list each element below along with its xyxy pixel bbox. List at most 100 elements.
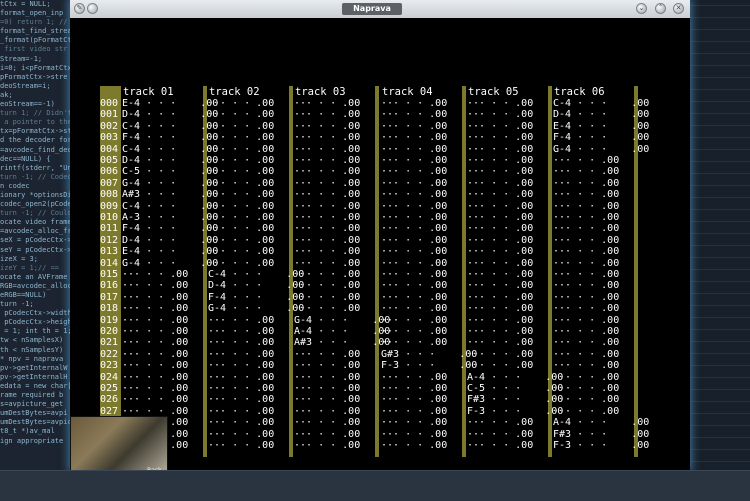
pattern-cell[interactable]: ··· · · .00 xyxy=(294,360,360,371)
pattern-cell[interactable]: ··· · · .00 xyxy=(467,417,533,428)
pattern-cell[interactable]: ··· · · .00 xyxy=(122,303,188,314)
pattern-cell[interactable]: ··· · · .00 xyxy=(294,201,360,212)
pattern-cell[interactable]: ··· · · .00 xyxy=(467,269,533,280)
pattern-cell[interactable]: ··· · · .00 xyxy=(381,121,447,132)
pattern-cell[interactable]: G-4 · · · .00 xyxy=(294,315,390,326)
pattern-cell[interactable]: F#3 · · · .00 xyxy=(467,394,563,405)
pattern-cell[interactable]: ··· · · .00 xyxy=(208,223,274,234)
pattern-cell[interactable]: ··· · · .00 xyxy=(294,98,360,109)
pattern-cell[interactable]: ··· · · .00 xyxy=(467,121,533,132)
pattern-cell[interactable]: ··· · · .00 xyxy=(467,223,533,234)
pattern-cell[interactable]: ··· · · .00 xyxy=(381,212,447,223)
minimize-icon[interactable]: ⌄ xyxy=(636,3,647,14)
pattern-cell[interactable]: F-3 · · · .00 xyxy=(381,360,477,371)
pattern-cell[interactable]: ··· · · .00 xyxy=(208,155,274,166)
pattern-cell[interactable]: ··· · · .00 xyxy=(122,349,188,360)
pattern-cell[interactable]: ··· · · .00 xyxy=(381,223,447,234)
pattern-cell[interactable]: C-5 · · · .00 xyxy=(122,166,218,177)
pattern-cell[interactable]: G#3 · · · .00 xyxy=(381,349,477,360)
pattern-cell[interactable]: ··· · · .00 xyxy=(381,429,447,440)
pattern-cell[interactable]: ··· · · .00 xyxy=(208,132,274,143)
pattern-cell[interactable]: ··· · · .00 xyxy=(381,337,447,348)
pattern-cell[interactable]: ··· · · .00 xyxy=(208,406,274,417)
pattern-cell[interactable]: ··· · · .00 xyxy=(294,235,360,246)
pattern-cell[interactable]: ··· · · .00 xyxy=(381,440,447,451)
pattern-cell[interactable]: ··· · · .00 xyxy=(553,292,619,303)
pattern-cell[interactable]: ··· · · .00 xyxy=(553,394,619,405)
track-header-6[interactable]: track 06 xyxy=(554,87,605,98)
pattern-cell[interactable]: ··· · · .00 xyxy=(381,406,447,417)
pattern-cell[interactable]: ··· · · .00 xyxy=(553,269,619,280)
pattern-cell[interactable]: ··· · · .00 xyxy=(553,326,619,337)
pattern-cell[interactable]: G-4 · · · .00 xyxy=(122,258,218,269)
pattern-cell[interactable]: ··· · · .00 xyxy=(208,440,274,451)
pattern-cell[interactable]: ··· · · .00 xyxy=(122,394,188,405)
pattern-cell[interactable]: F-4 · · · .00 xyxy=(208,292,304,303)
pattern-cell[interactable]: ··· · · .00 xyxy=(467,258,533,269)
pattern-cell[interactable]: ··· · · .00 xyxy=(467,292,533,303)
pattern-cell[interactable]: ··· · · .00 xyxy=(294,406,360,417)
pattern-cell[interactable]: A-4 · · · .00 xyxy=(467,372,563,383)
pattern-cell[interactable]: ··· · · .00 xyxy=(381,178,447,189)
pattern-cell[interactable]: D-4 · · · .00 xyxy=(553,109,649,120)
pattern-cell[interactable]: C-5 · · · .00 xyxy=(467,383,563,394)
track-header-4[interactable]: track 04 xyxy=(382,87,433,98)
pattern-cell[interactable]: E-4 · · · .00 xyxy=(122,98,218,109)
pattern-cell[interactable]: ··· · · .00 xyxy=(467,235,533,246)
pattern-cell[interactable]: ··· · · .00 xyxy=(122,280,188,291)
pattern-cell[interactable]: ··· · · .00 xyxy=(467,360,533,371)
pattern-cell[interactable]: ··· · · .00 xyxy=(294,429,360,440)
pattern-cell[interactable]: ··· · · .00 xyxy=(553,178,619,189)
pattern-cell[interactable]: ··· · · .00 xyxy=(294,132,360,143)
maximize-icon[interactable]: ˄ xyxy=(655,3,666,14)
pattern-cell[interactable]: ··· · · .00 xyxy=(467,303,533,314)
pattern-cell[interactable]: ··· · · .00 xyxy=(467,132,533,143)
pattern-cell[interactable]: ··· · · .00 xyxy=(294,223,360,234)
pattern-grid[interactable]: track 01 track 02 track 03 track 04 track 05… xyxy=(100,86,700,476)
track-header-2[interactable]: track 02 xyxy=(209,87,260,98)
pattern-cell[interactable]: D-4 · · · .00 xyxy=(208,280,304,291)
pattern-cell[interactable]: ··· · · .00 xyxy=(467,166,533,177)
pattern-cell[interactable]: ··· · · .00 xyxy=(294,292,360,303)
pattern-cell[interactable]: ··· · · .00 xyxy=(294,383,360,394)
pattern-cell[interactable]: ··· · · .00 xyxy=(208,417,274,428)
pattern-cell[interactable]: ··· · · .00 xyxy=(294,144,360,155)
pattern-cell[interactable]: ··· · · .00 xyxy=(553,280,619,291)
pattern-cell[interactable]: ··· · · .00 xyxy=(381,394,447,405)
pattern-cell[interactable]: ··· · · .00 xyxy=(467,189,533,200)
pattern-cell[interactable]: ··· · · .00 xyxy=(553,337,619,348)
pattern-cell[interactable]: F-4 · · · .00 xyxy=(553,132,649,143)
pattern-cell[interactable]: ··· · · .00 xyxy=(553,383,619,394)
pattern-cell[interactable]: E-4 · · · .00 xyxy=(553,121,649,132)
pattern-cell[interactable]: ··· · · .00 xyxy=(467,144,533,155)
pattern-cell[interactable]: F-4 · · · .00 xyxy=(122,223,218,234)
pattern-cell[interactable]: ··· · · .00 xyxy=(467,326,533,337)
pattern-cell[interactable]: ··· · · .00 xyxy=(294,349,360,360)
pattern-cell[interactable]: ··· · · .00 xyxy=(294,372,360,383)
pattern-cell[interactable]: ··· · · .00 xyxy=(208,109,274,120)
pattern-cell[interactable]: D-4 · · · .00 xyxy=(122,235,218,246)
pattern-cell[interactable]: ··· · · .00 xyxy=(208,372,274,383)
pattern-cell[interactable]: ··· · · .00 xyxy=(553,212,619,223)
window-menu-icon[interactable]: ✎ xyxy=(74,3,85,14)
pattern-cell[interactable]: A-4 · · · .00 xyxy=(294,326,390,337)
pattern-cell[interactable]: ··· · · .00 xyxy=(294,109,360,120)
pattern-cell[interactable]: E-4 · · · .00 xyxy=(122,246,218,257)
pattern-cell[interactable]: ··· · · .00 xyxy=(208,189,274,200)
pattern-cell[interactable]: ··· · · .00 xyxy=(208,258,274,269)
pattern-cell[interactable]: ··· · · .00 xyxy=(208,326,274,337)
pattern-cell[interactable]: ··· · · .00 xyxy=(294,440,360,451)
pattern-cell[interactable]: ··· · · .00 xyxy=(553,201,619,212)
pattern-cell[interactable]: ··· · · .00 xyxy=(208,212,274,223)
pattern-cell[interactable]: ··· · · .00 xyxy=(294,280,360,291)
pattern-cell[interactable]: ··· · · .00 xyxy=(294,121,360,132)
pattern-cell[interactable]: ··· · · .00 xyxy=(294,212,360,223)
pattern-cell[interactable]: C-4 · · · .00 xyxy=(122,144,218,155)
pattern-cell[interactable]: G-4 · · · .00 xyxy=(208,303,304,314)
close-icon[interactable]: ✕ xyxy=(673,3,684,14)
pattern-cell[interactable]: ··· · · .00 xyxy=(381,155,447,166)
pattern-cell[interactable]: ··· · · .00 xyxy=(122,360,188,371)
pattern-cell[interactable]: ··· · · .00 xyxy=(122,372,188,383)
pattern-cell[interactable]: ··· · · .00 xyxy=(553,258,619,269)
pattern-cell[interactable]: A-3 · · · .00 xyxy=(122,212,218,223)
